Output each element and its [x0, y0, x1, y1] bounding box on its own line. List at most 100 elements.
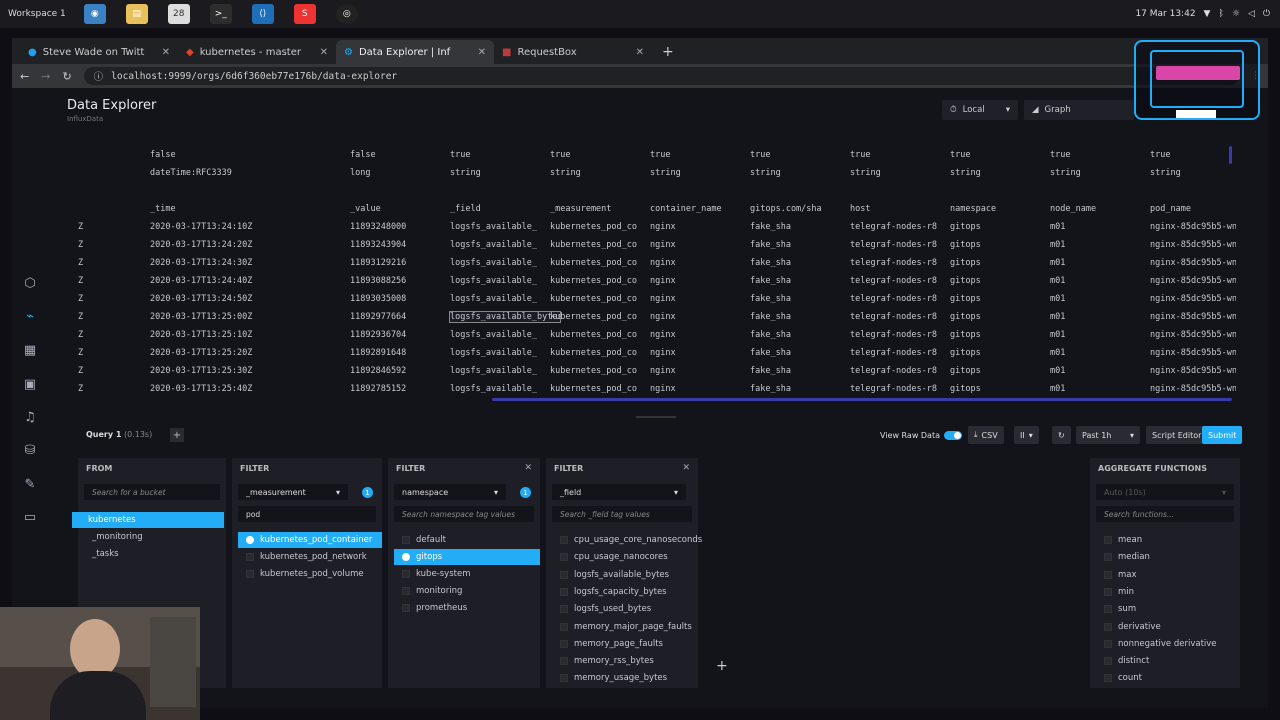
aggregate-function-item[interactable]: median	[1096, 549, 1150, 565]
table-cell: logsfs_available_	[450, 348, 537, 358]
filter-key-dropdown[interactable]: _field ▾	[552, 484, 686, 500]
filter-value-item[interactable]: gitops	[394, 549, 540, 565]
table-cell: 11892891648	[350, 348, 407, 358]
terminal-app-icon[interactable]: >_	[209, 4, 232, 24]
alerts-icon[interactable]: ♫	[21, 408, 39, 426]
table-cell: nginx-85dc95b5-wn	[1150, 348, 1236, 358]
filter-key-dropdown[interactable]: namespace ▾	[394, 484, 506, 500]
tab-gitlab[interactable]: ◆ kubernetes - master ✕	[178, 40, 336, 64]
aggregate-function-item[interactable]: distinct	[1096, 653, 1149, 669]
timezone-dropdown[interactable]: ⏱ Local ▾	[942, 100, 1018, 120]
filter-value-item[interactable]: logsfs_capacity_bytes	[552, 584, 667, 600]
filter-value-item[interactable]: kubernetes_pod_volume	[238, 566, 364, 582]
reload-icon[interactable]: ↻	[62, 70, 71, 83]
filter-value-item[interactable]: cpu_usage_nanocores	[552, 549, 668, 565]
bucket-item[interactable]: kubernetes	[72, 512, 224, 528]
toggle-switch[interactable]	[944, 430, 962, 440]
volume-icon[interactable]: ◁	[1248, 9, 1255, 19]
forward-icon[interactable]: →	[41, 70, 50, 83]
close-icon[interactable]: ✕	[682, 463, 690, 473]
measurement-search-input[interactable]: pod	[238, 506, 376, 522]
filter-key-dropdown[interactable]: _measurement ▾	[238, 484, 348, 500]
tab-data-explorer[interactable]: ⚙ Data Explorer | Inf ✕	[336, 40, 494, 64]
aggregate-function-item[interactable]: count	[1096, 670, 1142, 686]
window-period-dropdown[interactable]: Auto (10s) ▾	[1096, 484, 1234, 500]
filter-value-item[interactable]: memory_usage_bytes	[552, 670, 667, 686]
vertical-scrollbar[interactable]	[1229, 146, 1232, 164]
csv-button[interactable]: ⤓ CSV	[968, 426, 1004, 444]
namespace-search-input[interactable]: Search namespace tag values	[394, 506, 534, 522]
function-search-input[interactable]: Search functions...	[1096, 506, 1234, 522]
filter-value-item[interactable]: kubernetes_pod_container	[238, 532, 382, 548]
add-query-button[interactable]: +	[170, 428, 184, 442]
filter-value-item[interactable]: monitoring	[394, 583, 462, 599]
new-tab-button[interactable]: +	[652, 40, 684, 64]
brightness-icon[interactable]: ☼	[1232, 9, 1240, 19]
resize-handle[interactable]	[636, 416, 676, 418]
aggregate-function-item[interactable]: max	[1096, 567, 1137, 583]
view-raw-toggle[interactable]: View Raw Data	[874, 426, 968, 444]
results-table[interactable]: false false true true true true true true true tr…	[76, 142, 1236, 402]
settings-icon[interactable]: ✎	[21, 475, 39, 493]
data-explorer-icon[interactable]: ⌁	[21, 307, 39, 325]
dashboards-icon[interactable]: ▦	[21, 341, 39, 359]
filter-value-item[interactable]: kubernetes_pod_network	[238, 549, 367, 565]
workspace-label[interactable]: Workspace 1	[0, 9, 74, 19]
data-icon[interactable]: ⛁	[21, 441, 39, 459]
close-icon[interactable]: ✕	[524, 463, 532, 473]
horizontal-scrollbar[interactable]	[492, 398, 1232, 401]
submit-button[interactable]: Submit	[1202, 426, 1243, 444]
table-cell: telegraf-nodes-r8	[850, 258, 937, 268]
tasks-icon[interactable]: ▣	[21, 375, 39, 393]
filter-value-item[interactable]: memory_page_faults	[552, 636, 663, 652]
clock[interactable]: 17 Mar 13:42	[1135, 9, 1195, 19]
info-icon[interactable]: ⓘ	[94, 69, 104, 83]
filter-value-item[interactable]: memory_rss_bytes	[552, 653, 654, 669]
close-icon[interactable]: ✕	[478, 47, 486, 58]
slack-app-icon[interactable]: S	[293, 4, 316, 24]
influx-logo-icon[interactable]: ⬡	[21, 274, 39, 292]
aggregate-function-item[interactable]: derivative	[1096, 619, 1161, 635]
filter-value-item[interactable]: logsfs_available_bytes	[552, 567, 669, 583]
bluetooth-icon[interactable]: ᛒ	[1218, 9, 1223, 19]
pause-dropdown[interactable]: II ▾	[1014, 426, 1039, 444]
filter-value-item[interactable]: kube-system	[394, 566, 470, 582]
filter-value-item[interactable]: prometheus	[394, 600, 467, 616]
filter-value-item[interactable]: default	[394, 532, 446, 548]
aggregate-function-item[interactable]: min	[1096, 584, 1134, 600]
power-icon[interactable]: ⏻	[1263, 9, 1270, 19]
add-filter-button[interactable]: +	[716, 658, 728, 674]
back-icon[interactable]: ←	[20, 70, 29, 83]
query-tab[interactable]: Query 1 (0.13s)	[86, 430, 152, 439]
aggregate-function-item[interactable]: sum	[1096, 601, 1136, 617]
field-search-input[interactable]: Search _field tag values	[552, 506, 692, 522]
url-bar[interactable]: ⓘ localhost:9999/orgs/6d6f360eb77e176b/d…	[83, 67, 1239, 85]
bucket-item[interactable]: _tasks	[84, 546, 119, 562]
checkbox-icon	[402, 604, 410, 612]
feedback-icon[interactable]: ▭	[21, 508, 39, 526]
filter-value-item[interactable]: memory_major_page_faults	[552, 619, 692, 635]
files-app-icon[interactable]: ▤	[125, 4, 148, 24]
refresh-button[interactable]: ↻	[1052, 426, 1071, 444]
time-range-dropdown[interactable]: Past 1h ▾	[1076, 426, 1140, 444]
aggregate-function-item[interactable]: nonnegative derivative	[1096, 636, 1217, 652]
obs-app-icon[interactable]: ◎	[335, 4, 358, 24]
filter-value-item[interactable]: logsfs_used_bytes	[552, 601, 651, 617]
close-icon[interactable]: ✕	[162, 47, 170, 58]
wifi-icon[interactable]: ▼	[1204, 9, 1211, 19]
script-editor-button[interactable]: Script Editor	[1146, 426, 1208, 444]
calendar-app-icon[interactable]: 28	[167, 4, 190, 24]
vscode-app-icon[interactable]: ⟨⟩	[251, 4, 274, 24]
table-cell: telegraf-nodes-r8	[850, 222, 937, 232]
tab-requestbox[interactable]: ■ RequestBox ✕	[494, 40, 652, 64]
bucket-item[interactable]: _monitoring	[84, 529, 143, 545]
filter-value-item[interactable]: cpu_usage_core_nanoseconds	[552, 532, 702, 548]
bucket-search-input[interactable]: Search for a bucket	[84, 484, 220, 500]
aggregate-function-item[interactable]: mean	[1096, 532, 1142, 548]
close-icon[interactable]: ✕	[320, 47, 328, 58]
graph-type-dropdown[interactable]: ◢ Graph	[1024, 100, 1134, 120]
radio-icon	[246, 536, 254, 544]
close-icon[interactable]: ✕	[636, 47, 644, 58]
browser-app-icon[interactable]: ◉	[83, 4, 106, 24]
tab-twitter[interactable]: ● Steve Wade on Twitt ✕	[20, 40, 178, 64]
